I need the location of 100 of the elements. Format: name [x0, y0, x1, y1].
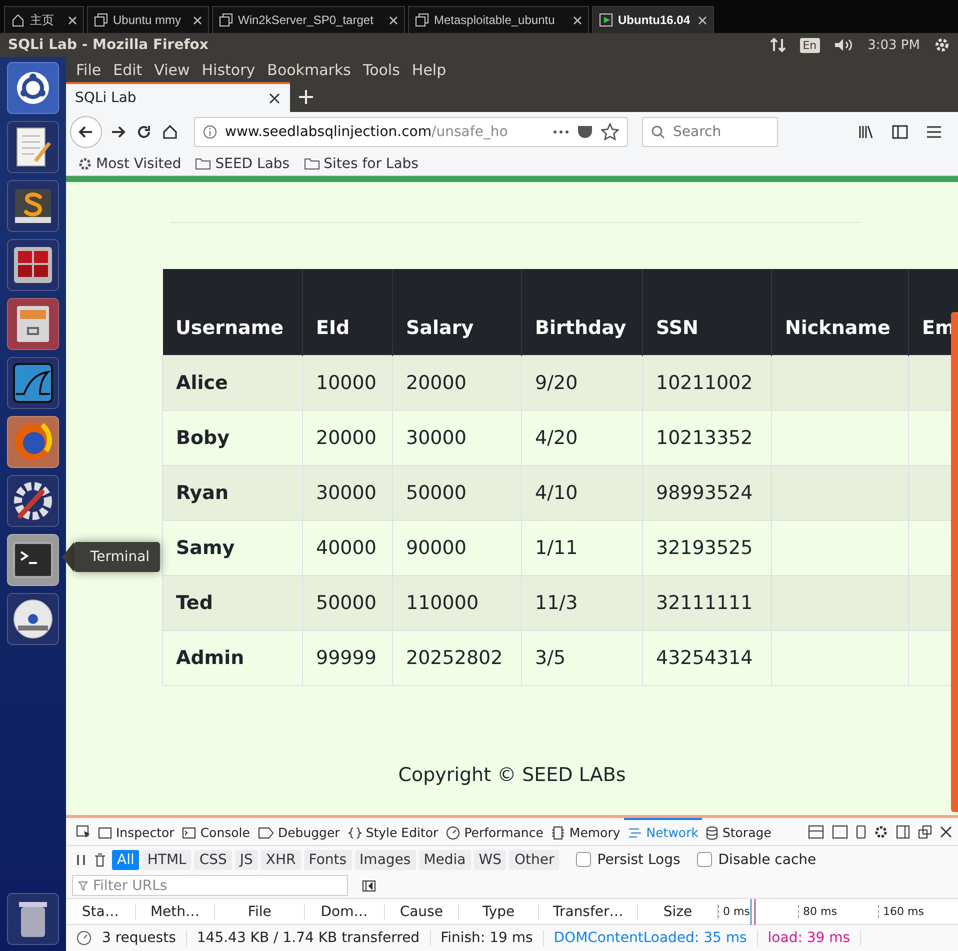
launcher-item[interactable]	[7, 298, 59, 350]
clock[interactable]: 3:03 PM	[868, 38, 920, 52]
browser-tab[interactable]: SQLi Lab	[66, 82, 290, 112]
column-header[interactable]: Meth…	[136, 904, 216, 920]
menu-item[interactable]: Help	[406, 60, 452, 78]
close-icon[interactable]	[68, 16, 77, 24]
close-icon[interactable]	[573, 16, 582, 24]
column-header[interactable]: Transfer…	[538, 904, 638, 920]
chip-icon	[551, 826, 566, 840]
devtools-tab[interactable]: Style Editor	[344, 818, 442, 846]
vm-tab[interactable]: Win2kServer_SP0_target	[212, 6, 405, 33]
folder-icon	[304, 157, 320, 170]
window-title: SQLi Lab - Mozilla Firefox	[8, 37, 210, 53]
keyboard-indicator[interactable]: En	[800, 38, 820, 52]
column-header: EId	[302, 269, 392, 355]
vm-tab[interactable]: Ubuntu16.04	[592, 6, 714, 33]
bookmark[interactable]: SEED Labs	[195, 156, 290, 172]
menu-item[interactable]: Tools	[356, 60, 406, 78]
menu-item[interactable]: History	[196, 60, 262, 78]
close-icon[interactable]	[698, 16, 707, 24]
trash-icon	[17, 899, 49, 939]
sidebar-icon	[892, 125, 908, 139]
filter-field[interactable]: Filter URLs	[72, 875, 348, 896]
menu-item[interactable]: View	[148, 60, 196, 78]
bookmark[interactable]: Most Visited	[78, 156, 182, 172]
checkbox-label[interactable]: Persist Logs	[576, 852, 680, 868]
devtools-tab[interactable]: Memory	[547, 818, 624, 846]
code-editor-icon	[12, 187, 54, 225]
frame-icon	[832, 824, 848, 838]
column-header[interactable]: Size	[638, 904, 718, 920]
launcher-item[interactable]	[7, 121, 59, 173]
menu-button[interactable]	[924, 123, 944, 141]
close-icon[interactable]	[193, 16, 202, 24]
column-header[interactable]: Cause	[384, 904, 460, 920]
table-cell: Alice	[162, 355, 302, 410]
close-icon[interactable]	[269, 92, 280, 104]
search-field[interactable]: Search	[642, 117, 778, 147]
devtools-tab[interactable]: Debugger	[254, 818, 344, 846]
checkbox[interactable]	[576, 852, 592, 867]
column-header: Birthday	[522, 269, 642, 355]
vm-tab[interactable]: Metasploitable_ubuntu	[408, 6, 589, 33]
launcher-item[interactable]	[7, 593, 59, 645]
launcher-item[interactable]	[7, 239, 59, 291]
filter-chip[interactable]: All	[112, 850, 140, 870]
launcher-item[interactable]	[7, 62, 59, 114]
column-header[interactable]: Type	[459, 904, 539, 920]
vm-icon	[94, 13, 108, 27]
close-icon[interactable]	[389, 16, 398, 24]
filter-chip[interactable]: Other	[509, 850, 560, 870]
url-field[interactable]: www.seedlabsqlinjection.com/unsafe_ho	[194, 117, 628, 147]
table-cell: 10211002	[642, 355, 772, 410]
filter-chip[interactable]: XHR	[260, 850, 301, 870]
filter-chip[interactable]: Images	[354, 850, 416, 870]
checkbox-label[interactable]: Disable cache	[697, 852, 816, 868]
separate-window-icon	[918, 824, 932, 838]
devtools-tab[interactable]: Performance	[442, 818, 548, 846]
column-header[interactable]: Dom…	[304, 904, 385, 920]
running-vm-icon	[599, 13, 613, 27]
launcher-item[interactable]	[7, 357, 59, 409]
vm-tab[interactable]: 主页	[4, 6, 84, 33]
launcher-item[interactable]	[7, 475, 59, 527]
launcher-item[interactable]	[7, 416, 59, 468]
menu-item[interactable]: File	[70, 60, 108, 78]
table-cell: 50000	[392, 465, 522, 520]
gear-icon	[934, 37, 950, 53]
table-cell: Admin	[162, 630, 302, 685]
launcher-item[interactable]	[7, 534, 59, 586]
tooltip-pointer	[62, 542, 74, 572]
database-icon	[706, 826, 718, 840]
disc-icon	[12, 598, 54, 640]
vm-tab[interactable]: Ubuntu mmy	[87, 6, 209, 33]
filter-chip[interactable]: WS	[474, 850, 506, 870]
launcher-item[interactable]	[7, 893, 59, 945]
notepad-icon	[14, 126, 52, 168]
back-button[interactable]	[70, 116, 102, 148]
filter-chip[interactable]: CSS	[194, 850, 232, 870]
table-cell: 43254314	[642, 630, 772, 685]
sidebar-button[interactable]	[890, 123, 910, 141]
menu-item[interactable]: Bookmarks	[261, 60, 357, 78]
filter-chip[interactable]: HTML	[142, 850, 192, 870]
devtools-tab[interactable]: Inspector	[94, 818, 178, 846]
launcher-item[interactable]	[7, 180, 59, 232]
terminal-grid-icon	[13, 246, 53, 284]
home-button[interactable]	[160, 122, 180, 142]
filter-chip[interactable]: JS	[234, 850, 258, 870]
performance-icon	[76, 930, 92, 946]
checkbox[interactable]	[697, 852, 712, 867]
plus-icon	[298, 89, 314, 105]
column-header[interactable]: File	[215, 904, 305, 920]
bookmark[interactable]: Sites for Labs	[304, 156, 418, 172]
devtools-tab[interactable]: Console	[178, 818, 254, 846]
table-cell: Ryan	[162, 465, 302, 520]
scrollbar[interactable]	[951, 312, 958, 812]
gauge-icon	[446, 826, 460, 840]
filter-icon	[78, 880, 88, 890]
filter-chip[interactable]: Fonts	[304, 850, 352, 870]
menu-item[interactable]: Edit	[107, 60, 148, 78]
devtools-tab[interactable]: Storage	[702, 818, 776, 846]
column-header[interactable]: Sta…	[66, 904, 136, 920]
filter-chip[interactable]: Media	[418, 850, 471, 870]
